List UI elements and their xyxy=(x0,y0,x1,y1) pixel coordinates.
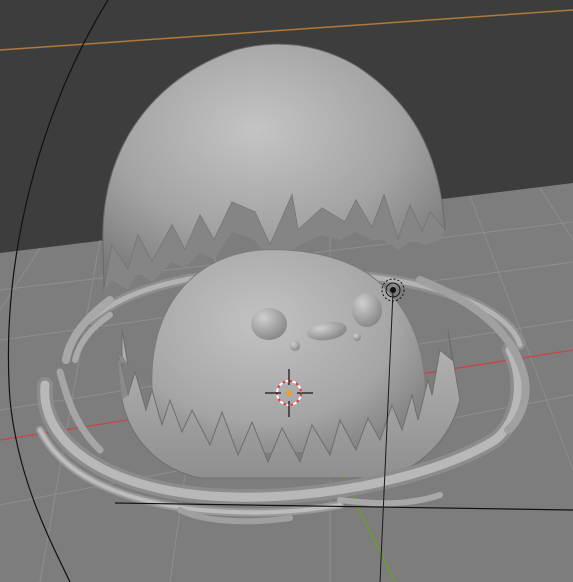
viewport-canvas[interactable] xyxy=(0,0,573,582)
chick-eye-right xyxy=(352,293,382,327)
chick-cheek-right xyxy=(353,333,361,341)
chick-eye-left xyxy=(251,308,287,340)
chick-cheek-left xyxy=(290,341,300,351)
3d-viewport[interactable] xyxy=(0,0,573,582)
